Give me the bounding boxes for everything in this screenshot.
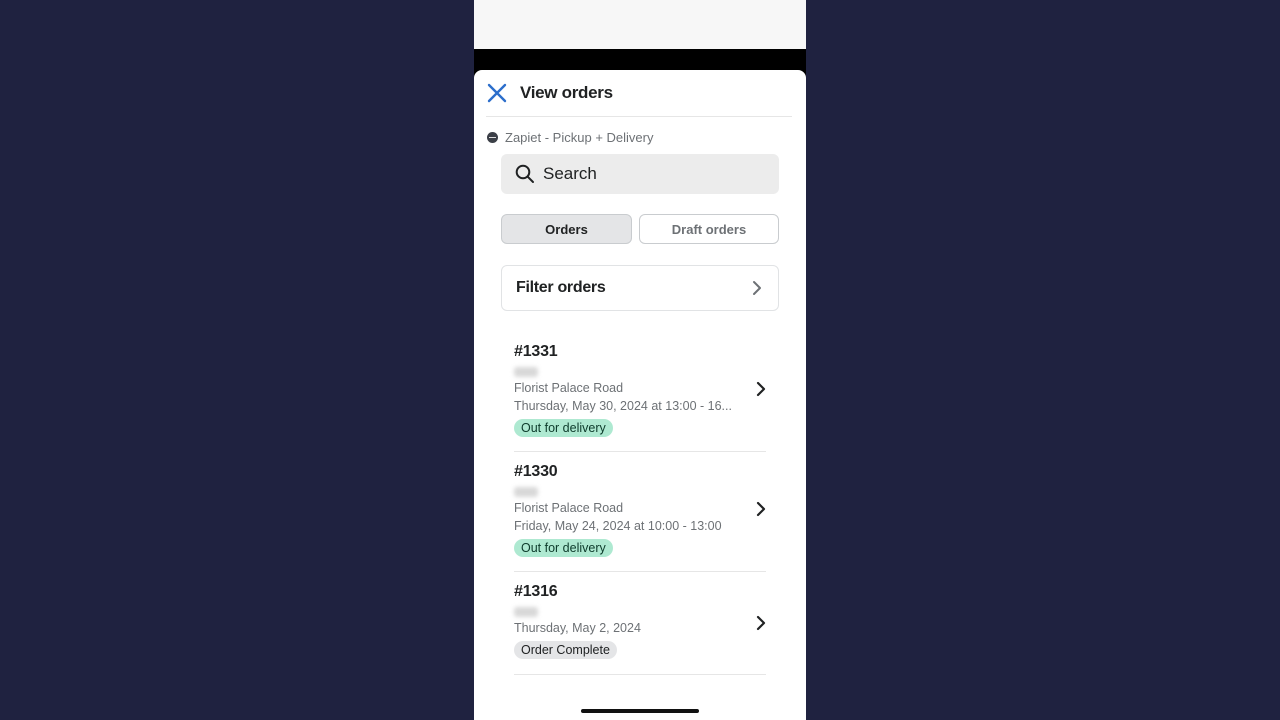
chevron-right-icon (756, 381, 766, 397)
tab-draft-orders[interactable]: Draft orders (639, 214, 779, 244)
order-date: Thursday, May 30, 2024 at 13:00 - 16... (514, 399, 732, 413)
order-tabs: Orders Draft orders (501, 214, 779, 244)
filter-orders-button[interactable]: Filter orders (501, 265, 779, 311)
order-row[interactable]: #1316 Thursday, May 2, 2024 Order Comple… (514, 583, 766, 675)
chevron-right-icon (756, 501, 766, 517)
order-number: #1316 (514, 583, 558, 600)
status-badge: Order Complete (514, 641, 617, 659)
order-location: Florist Palace Road (514, 501, 624, 515)
order-number: #1330 (514, 463, 558, 480)
app-logo-icon (487, 132, 498, 143)
tab-orders[interactable]: Orders (501, 214, 632, 244)
filter-orders-label: Filter orders (516, 279, 606, 296)
customer-name-redacted (514, 607, 538, 617)
home-indicator[interactable] (581, 709, 699, 713)
close-icon[interactable] (486, 82, 508, 104)
app-source: Zapiet - Pickup + Delivery (487, 130, 653, 145)
search-icon (515, 164, 534, 183)
order-date: Thursday, May 2, 2024 (514, 621, 641, 635)
app-name: Zapiet - Pickup + Delivery (505, 130, 654, 145)
chevron-right-icon (756, 615, 766, 631)
sheet-header: View orders (486, 70, 792, 117)
order-date: Friday, May 24, 2024 at 10:00 - 13:00 (514, 519, 722, 533)
search-placeholder: Search (543, 164, 597, 183)
search-input[interactable]: Search (501, 154, 779, 194)
customer-name-redacted (514, 487, 538, 497)
phone-screen: View orders Zapiet - Pickup + Delivery S… (474, 0, 806, 720)
status-badge: Out for delivery (514, 539, 613, 557)
page-title: View orders (520, 83, 613, 102)
order-number: #1331 (514, 343, 558, 360)
status-badge: Out for delivery (514, 419, 613, 437)
background-app-strip (474, 0, 806, 49)
order-location: Florist Palace Road (514, 381, 624, 395)
view-orders-sheet: View orders Zapiet - Pickup + Delivery S… (474, 70, 806, 720)
chevron-right-icon (753, 281, 761, 295)
order-row[interactable]: #1331 Florist Palace Road Thursday, May … (514, 343, 766, 452)
order-row[interactable]: #1330 Florist Palace Road Friday, May 24… (514, 463, 766, 572)
customer-name-redacted (514, 367, 538, 377)
